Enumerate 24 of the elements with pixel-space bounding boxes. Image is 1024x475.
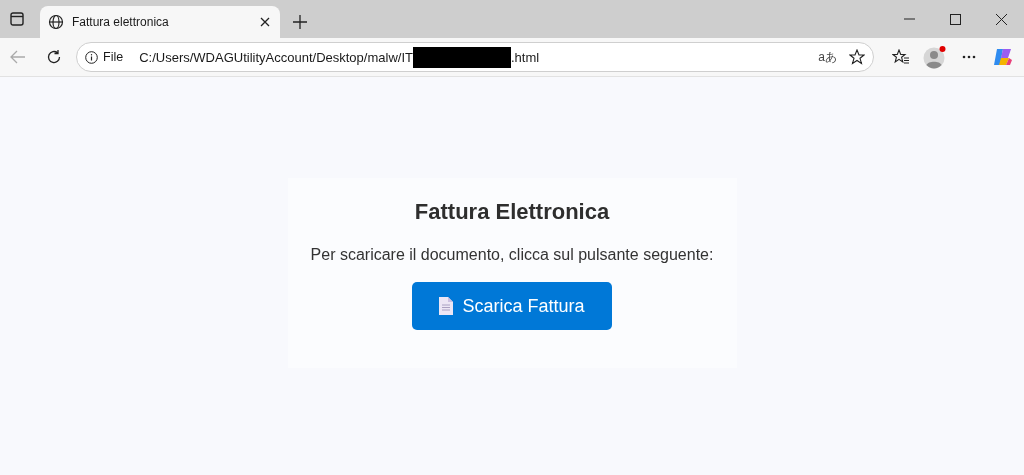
address-bar[interactable]: File C:/Users/WDAGUtilityAccount/Desktop/malw/IT .html aあ: [76, 42, 874, 72]
instruction-text: Per scaricare il documento, clicca sul pulsante seguente:: [310, 246, 714, 264]
sidebar-icon[interactable]: [10, 12, 24, 26]
download-button[interactable]: Scarica Fattura: [412, 282, 612, 330]
star-icon[interactable]: [849, 49, 865, 65]
close-icon[interactable]: [995, 13, 1007, 25]
favorites-icon[interactable]: [892, 49, 910, 65]
info-icon[interactable]: [85, 50, 98, 64]
maximize-icon[interactable]: [949, 13, 961, 25]
globe-icon: [48, 14, 64, 30]
close-icon[interactable]: [260, 17, 270, 27]
profile-icon[interactable]: [923, 45, 947, 69]
translate-icon[interactable]: aあ: [818, 48, 837, 66]
browser-tab[interactable]: Fattura elettronica: [40, 6, 280, 38]
more-icon[interactable]: [962, 55, 976, 59]
reload-icon[interactable]: [46, 49, 62, 65]
new-tab-icon[interactable]: [293, 15, 307, 29]
file-label: File: [103, 50, 124, 64]
document-icon: [439, 297, 454, 315]
minimize-icon[interactable]: [903, 18, 915, 20]
page-heading: Fattura Elettronica: [414, 199, 610, 225]
copilot-icon[interactable]: [992, 46, 1014, 68]
url-text: C:/Users/WDAGUtilityAccount/Desktop/malw/IT: [139, 49, 413, 65]
url-text: .html: [510, 49, 540, 65]
